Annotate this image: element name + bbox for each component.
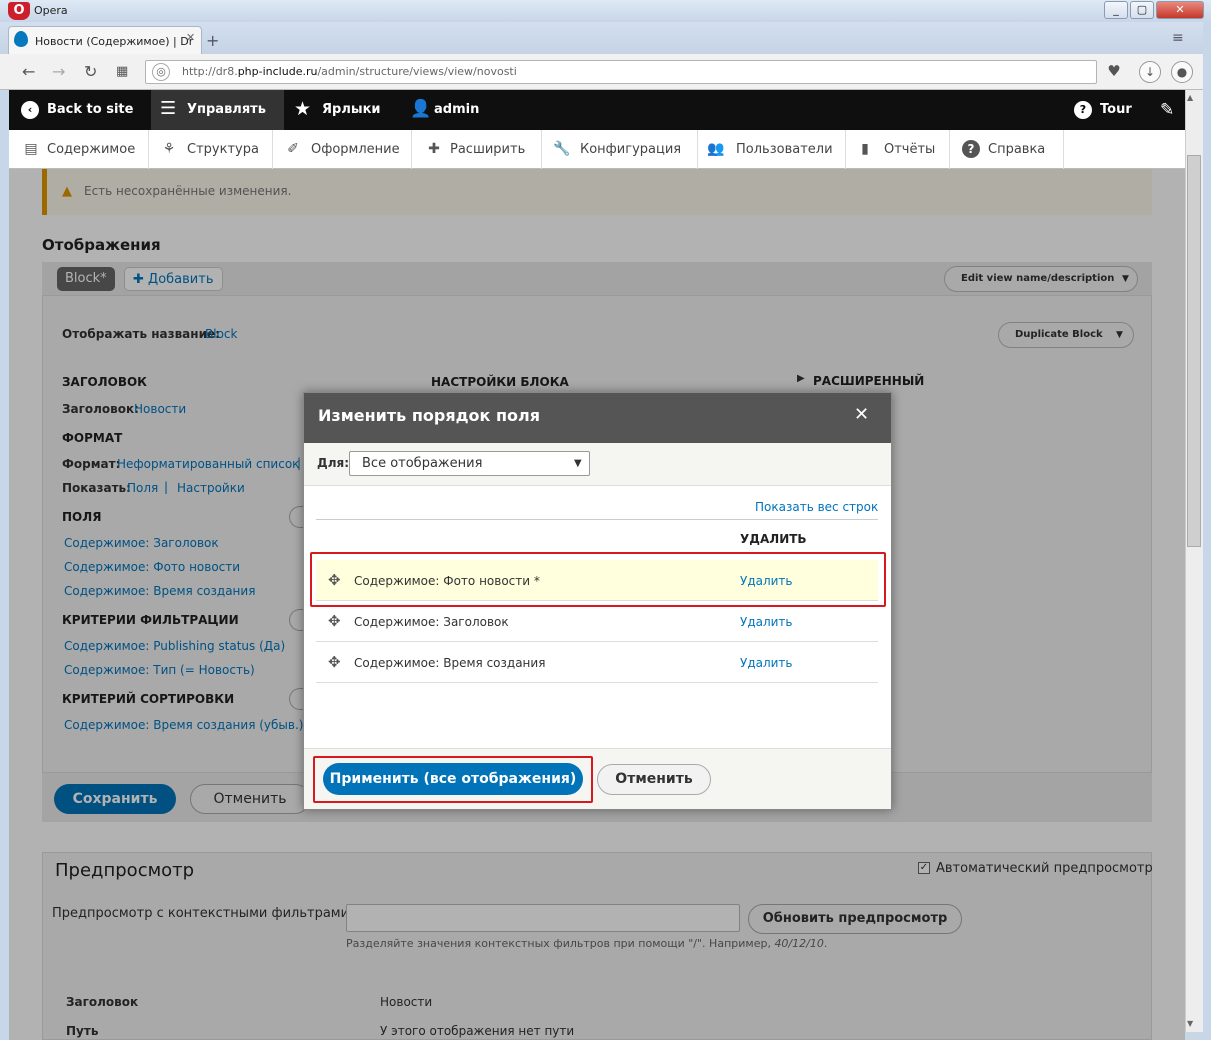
tray-label: Отчёты (884, 142, 936, 157)
file-icon: ▤ (24, 141, 38, 157)
drag-handle-icon[interactable]: ✥ (328, 612, 341, 630)
puzzle-icon: ✚ (428, 141, 440, 157)
back-circle-icon: ‹ (21, 101, 39, 119)
browser-tab[interactable]: Новости (Содержимое) | Dr (8, 26, 202, 54)
account-icon[interactable]: ● (1171, 61, 1193, 83)
close-icon[interactable]: ✕ (854, 404, 869, 425)
remove-field-link[interactable]: Удалить (740, 656, 793, 670)
tab-list-icon[interactable]: ≡ (1172, 30, 1184, 46)
back-arrow-icon[interactable]: ← (22, 62, 35, 81)
paint-icon: ✐ (287, 141, 299, 157)
tray-label: Структура (187, 142, 259, 157)
manage-label: Управлять (187, 102, 266, 117)
tray-label: Пользователи (736, 142, 833, 157)
pencil-edit-icon[interactable]: ✎ (1160, 100, 1174, 120)
minimize-icon[interactable]: _ (1104, 1, 1128, 19)
speed-dial-icon[interactable]: ▦ (116, 64, 128, 79)
for-label: Для: (317, 456, 349, 470)
window-titlebar (0, 0, 1211, 22)
tab-close-icon[interactable]: ✕ (186, 31, 195, 44)
maximize-icon[interactable]: ▢ (1130, 1, 1154, 19)
drag-handle-icon[interactable]: ✥ (328, 653, 341, 671)
scroll-down-arrow-icon[interactable]: ▼ (1187, 1019, 1193, 1028)
site-info-icon[interactable]: ◎ (152, 63, 170, 81)
field-row-label: Содержимое: Время создания (354, 656, 546, 670)
tray-label: Расширить (450, 142, 526, 157)
sitemap-icon: ⚘ (162, 141, 176, 157)
tour-label: Tour (1100, 102, 1132, 117)
scroll-up-arrow-icon[interactable]: ▲ (1187, 93, 1193, 102)
help-circle-icon: ? (1074, 101, 1092, 119)
remove-field-link[interactable]: Удалить (740, 615, 793, 629)
window-border-left (0, 90, 9, 1040)
url-input[interactable]: http://dr8.php-include.ru/admin/structur… (145, 60, 1097, 84)
url-prefix: http://dr8. (182, 65, 238, 78)
delete-column-header: УДАЛИТЬ (740, 532, 807, 546)
new-tab-icon[interactable]: + (206, 31, 219, 50)
reload-icon[interactable]: ↻ (84, 62, 97, 81)
url-path: /admin/structure/views/view/novosti (317, 65, 517, 78)
for-label-text: Для (317, 456, 345, 470)
user-label: admin (434, 102, 480, 117)
back-to-site-label: Back to site (47, 102, 134, 117)
tray-label: Конфигурация (580, 142, 682, 157)
tab-title: Новости (Содержимое) | Dr (35, 35, 194, 48)
download-icon[interactable]: ↓ (1139, 61, 1161, 83)
tray-label: Содержимое (47, 142, 136, 157)
person-icon: 👤 (410, 99, 432, 119)
show-row-weights-link[interactable]: Показать вес строк (755, 500, 878, 514)
bookmark-heart-icon[interactable]: ♥ (1103, 61, 1125, 83)
select-arrow-icon[interactable]: ▼ (574, 458, 582, 469)
for-display-select[interactable]: Все отображения (349, 451, 590, 476)
bar-chart-icon: ▮ (861, 141, 869, 157)
shortcuts-label: Ярлыки (322, 102, 381, 117)
table-divider (316, 519, 878, 520)
dialog-title: Изменить порядок поля (318, 406, 540, 425)
hamburger-icon: ☰ (160, 98, 177, 119)
tray-label: Справка (988, 142, 1046, 157)
scrollbar-thumb[interactable] (1187, 155, 1201, 547)
question-icon: ? (962, 140, 980, 158)
tray-label: Оформление (311, 142, 400, 157)
app-name: Opera (34, 4, 68, 17)
opera-logo-icon[interactable]: O (8, 2, 30, 20)
window-close-icon[interactable]: ✕ (1156, 1, 1204, 19)
url-host: php-include.ru (237, 65, 318, 78)
field-row-label: Содержимое: Заголовок (354, 615, 509, 629)
highlight-box (310, 552, 886, 607)
dialog-cancel-button[interactable]: Отменить (597, 764, 711, 795)
forward-arrow-icon[interactable]: → (52, 62, 65, 81)
highlight-box (313, 756, 593, 803)
window-border-right (1203, 22, 1211, 1040)
star-icon: ★ (294, 98, 312, 120)
people-icon: 👥 (707, 141, 725, 157)
wrench-icon: 🔧 (553, 141, 571, 157)
drupal-favicon-icon (14, 31, 28, 47)
